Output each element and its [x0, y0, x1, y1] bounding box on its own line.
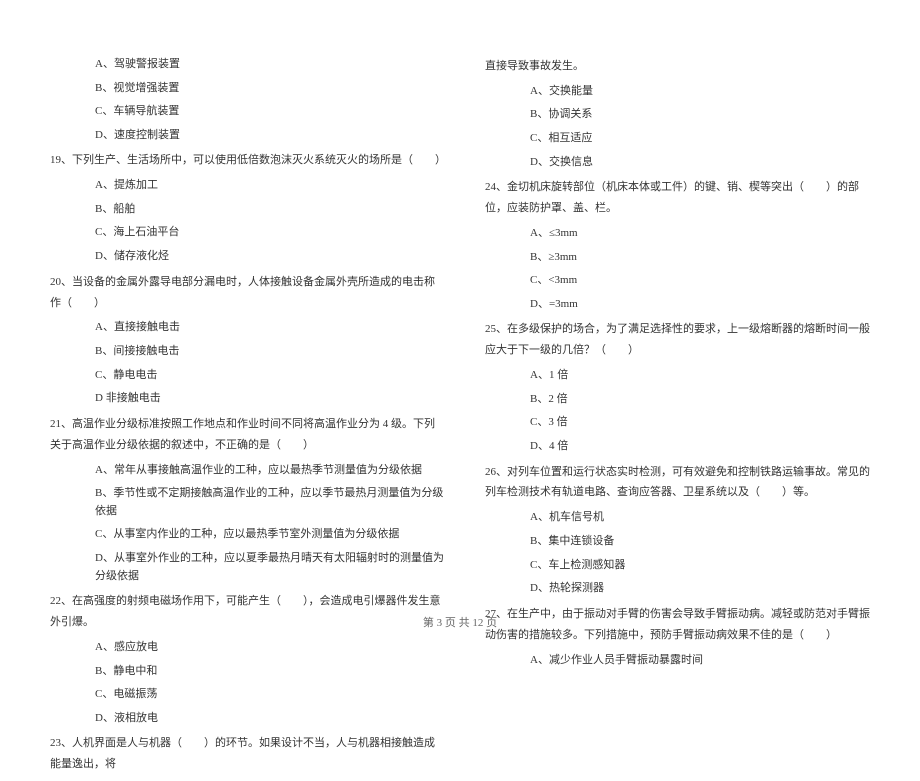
q19-option-a: A、提炼加工: [95, 177, 445, 195]
q19-option-d: D、储存液化烃: [95, 248, 445, 266]
q25-option-b: B、2 倍: [530, 391, 880, 409]
q20-option-a: A、直接接触电击: [95, 319, 445, 337]
q25-option-c: C、3 倍: [530, 414, 880, 432]
q27-option-a: A、减少作业人员手臂振动暴露时间: [530, 652, 880, 670]
q22-option-c: C、电磁振荡: [95, 686, 445, 704]
exam-page: A、驾驶警报装置 B、视觉增强装置 C、车辆导航装置 D、速度控制装置 19、下…: [0, 0, 920, 781]
q20-option-b: B、间接接触电击: [95, 343, 445, 361]
q19-text: 19、下列生产、生活场所中，可以使用低倍数泡沫灭火系统灭火的场所是（ ）: [50, 150, 445, 171]
q22-option-d: D、液相放电: [95, 710, 445, 728]
q20-option-d: D 非接触电击: [95, 390, 445, 408]
page-footer: 第 3 页 共 12 页: [0, 614, 920, 630]
q18-option-b: B、视觉增强装置: [95, 80, 445, 98]
q24-option-b: B、≥3mm: [530, 249, 880, 267]
left-column: A、驾驶警报装置 B、视觉增强装置 C、车辆导航装置 D、速度控制装置 19、下…: [40, 50, 445, 781]
q19-option-c: C、海上石油平台: [95, 224, 445, 242]
q25-option-d: D、4 倍: [530, 438, 880, 456]
q21-option-b: B、季节性或不定期接触高温作业的工种，应以季节最热月测量值为分级依据: [95, 485, 445, 520]
q24-option-d: D、=3mm: [530, 296, 880, 314]
q22-option-b: B、静电中和: [95, 663, 445, 681]
q21-option-d: D、从事室外作业的工种，应以夏季最热月晴天有太阳辐射时的测量值为分级依据: [95, 550, 445, 585]
q20-text: 20、当设备的金属外露导电部分漏电时，人体接触设备金属外壳所造成的电击称作（ ）: [50, 272, 445, 314]
q23-option-a: A、交换能量: [530, 83, 880, 101]
q24-option-c: C、<3mm: [530, 272, 880, 290]
q21-option-c: C、从事室内作业的工种，应以最热季节室外测量值为分级依据: [95, 526, 445, 544]
q22-option-a: A、感应放电: [95, 639, 445, 657]
q25-text: 25、在多级保护的场合，为了满足选择性的要求，上一级熔断器的熔断时间一般应大于下…: [485, 319, 880, 361]
q26-option-d: D、热轮探测器: [530, 580, 880, 598]
q25-option-a: A、1 倍: [530, 367, 880, 385]
q21-text: 21、高温作业分级标准按照工作地点和作业时间不同将高温作业分为 4 级。下列关于…: [50, 414, 445, 456]
q23-option-c: C、相互适应: [530, 130, 880, 148]
q23-option-b: B、协调关系: [530, 106, 880, 124]
q21-option-a: A、常年从事接触高温作业的工种，应以最热季节测量值为分级依据: [95, 462, 445, 480]
q18-option-c: C、车辆导航装置: [95, 103, 445, 121]
q18-option-a: A、驾驶警报装置: [95, 56, 445, 74]
q19-option-b: B、船舶: [95, 201, 445, 219]
q24-option-a: A、≤3mm: [530, 225, 880, 243]
q26-option-c: C、车上检测感知器: [530, 557, 880, 575]
q26-text: 26、对列车位置和运行状态实时检测，可有效避免和控制铁路运输事故。常见的列车检测…: [485, 462, 880, 504]
q26-option-a: A、机车信号机: [530, 509, 880, 527]
q23-cont-text: 直接导致事故发生。: [485, 56, 880, 77]
q26-option-b: B、集中连锁设备: [530, 533, 880, 551]
q18-option-d: D、速度控制装置: [95, 127, 445, 145]
q24-text: 24、金切机床旋转部位（机床本体或工件）的键、销、楔等突出（ ）的部位，应装防护…: [485, 177, 880, 219]
right-column: 直接导致事故发生。 A、交换能量 B、协调关系 C、相互适应 D、交换信息 24…: [475, 50, 880, 781]
q23-text: 23、人机界面是人与机器（ ）的环节。如果设计不当，人与机器相接触造成能量逸出，…: [50, 733, 445, 775]
q20-option-c: C、静电电击: [95, 367, 445, 385]
q23-option-d: D、交换信息: [530, 154, 880, 172]
